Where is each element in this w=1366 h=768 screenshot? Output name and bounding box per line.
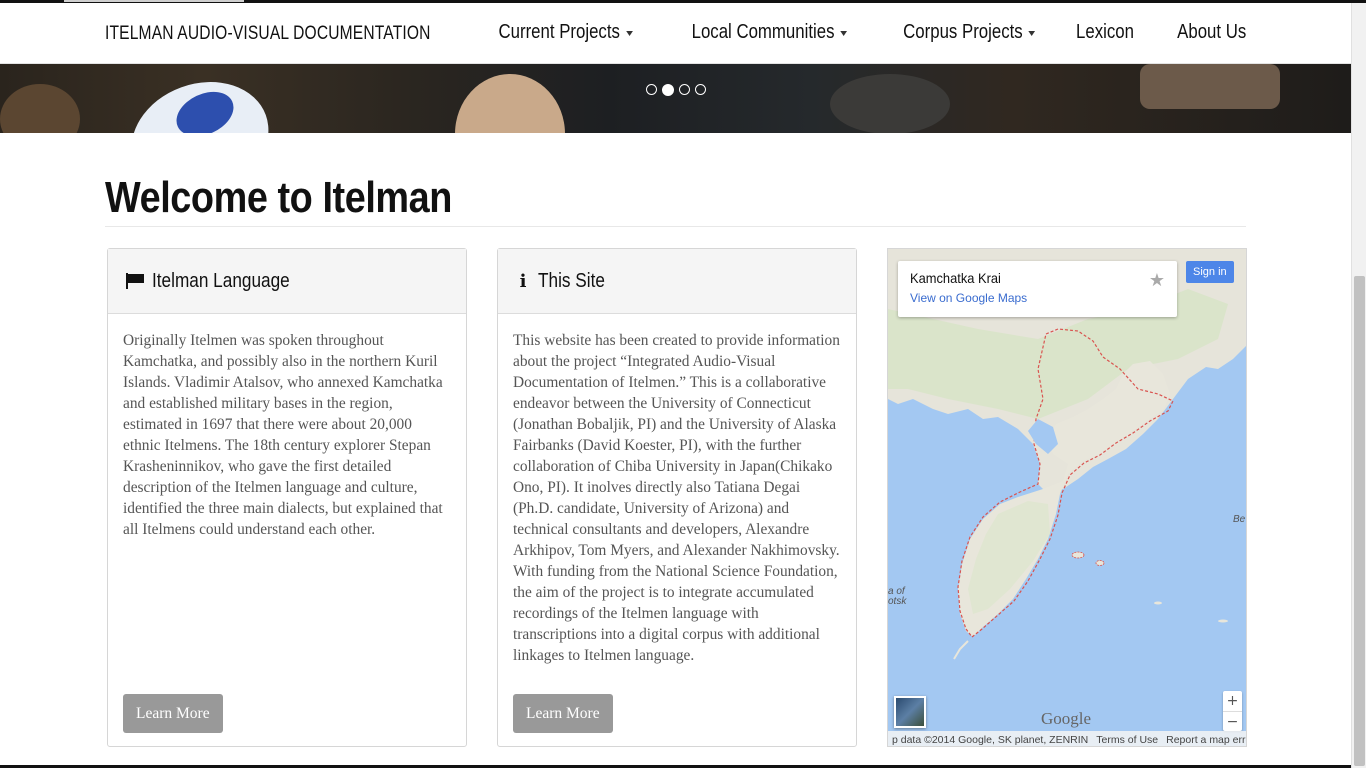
carousel-dot[interactable] <box>646 84 657 95</box>
caret-down-icon <box>1028 31 1035 36</box>
learn-more-button[interactable]: Learn More <box>513 694 613 733</box>
nav-current-projects[interactable]: Current Projects <box>498 21 633 44</box>
carousel-dot-active[interactable] <box>662 83 674 96</box>
panel-title: Itelman Language <box>152 269 290 292</box>
main-nav: Current Projects Local Communities Corpu… <box>473 21 1246 44</box>
learn-more-button[interactable]: Learn More <box>123 694 223 733</box>
map-data-attribution: p data ©2014 Google, SK planet, ZENRIN <box>892 733 1089 746</box>
nav-corpus-projects[interactable]: Corpus Projects <box>903 21 1035 44</box>
panel-itelman-language: Itelman Language Originally Itelmen was … <box>107 248 467 747</box>
nav-lexicon[interactable]: Lexicon <box>1076 21 1134 44</box>
map-terrain[interactable] <box>888 249 1247 747</box>
panel-header: i This Site <box>498 249 856 314</box>
map-info-card: Kamchatka Krai View on Google Maps ★ <box>898 261 1177 317</box>
view-on-google-maps-link[interactable]: View on Google Maps <box>910 291 1165 305</box>
zoom-in-button[interactable]: + <box>1223 691 1242 711</box>
nav-about-us[interactable]: About Us <box>1177 21 1246 44</box>
hero-carousel <box>0 64 1351 133</box>
terms-of-use-link[interactable]: Terms of Use <box>1092 734 1162 746</box>
panel-body: This website has been created to provide… <box>513 332 840 664</box>
map-sea-label: a of otsk <box>888 586 907 607</box>
map-zoom-control: + − <box>1223 691 1242 731</box>
panel-body: Originally Itelmen was spoken throughout… <box>123 332 443 538</box>
nav-local-communities[interactable]: Local Communities <box>692 21 848 44</box>
map-sea-label: Be <box>1233 514 1246 525</box>
panel-title: This Site <box>538 269 605 292</box>
info-icon: i <box>519 270 527 292</box>
carousel-indicators <box>646 83 706 96</box>
map-sign-in-button[interactable]: Sign in <box>1186 261 1234 283</box>
caret-down-icon <box>625 31 633 36</box>
scrollbar-thumb[interactable] <box>1354 276 1365 766</box>
carousel-dot[interactable] <box>695 84 706 95</box>
panel-header: Itelman Language <box>108 249 466 314</box>
panel-this-site: i This Site This website has been create… <box>497 248 857 747</box>
page-scrollbar[interactable] <box>1351 3 1366 768</box>
carousel-dot[interactable] <box>679 84 690 95</box>
star-icon[interactable]: ★ <box>1149 270 1165 291</box>
map-place-name: Kamchatka Krai <box>910 270 1001 286</box>
zoom-out-button[interactable]: − <box>1223 712 1242 732</box>
map-footer: p data ©2014 Google, SK planet, ZENRIN T… <box>888 731 1246 746</box>
google-map[interactable]: a of otsk Be Kamchatka Krai View on Goog… <box>887 248 1247 747</box>
caret-down-icon <box>840 31 848 36</box>
google-logo: Google <box>1041 709 1092 728</box>
satellite-toggle[interactable] <box>894 696 926 728</box>
flag-icon <box>126 273 144 289</box>
navbar: ITELMAN AUDIO-VISUAL DOCUMENTATION Curre… <box>0 3 1351 64</box>
page-title: Welcome to Itelman <box>105 173 452 222</box>
site-brand[interactable]: ITELMAN AUDIO-VISUAL DOCUMENTATION <box>105 23 431 45</box>
title-divider <box>105 226 1246 227</box>
report-map-error-link[interactable]: Report a map error <box>1162 734 1246 746</box>
